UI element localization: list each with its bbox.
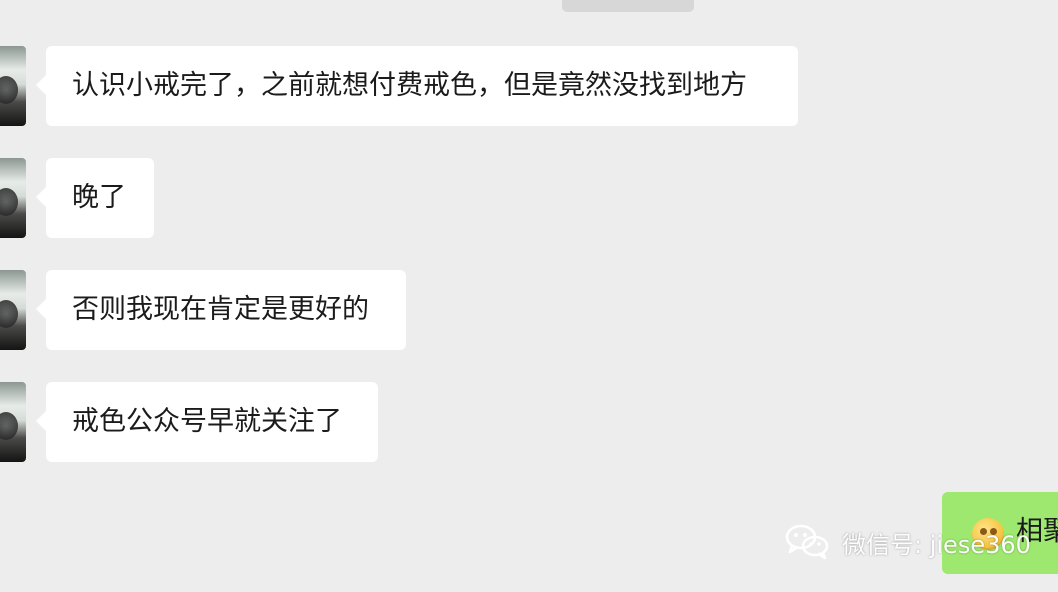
watermark-text: 微信号: jiese360 <box>842 530 1031 559</box>
message-bubble[interactable]: 晚了 <box>36 158 154 238</box>
sender-avatar[interactable] <box>0 158 26 238</box>
watermark: 微信号: jiese360 <box>784 522 1031 562</box>
sender-avatar[interactable] <box>0 46 26 126</box>
top-timestamp-chip <box>562 0 694 12</box>
wechat-logo-icon <box>784 522 830 562</box>
sender-avatar[interactable] <box>0 270 26 350</box>
message-bubble[interactable]: 否则我现在肯定是更好的 <box>36 270 406 350</box>
message-bubble[interactable]: 认识小戒完了，之前就想付费戒色，但是竟然没找到地方 <box>36 46 798 126</box>
sender-avatar[interactable] <box>0 382 26 462</box>
message-bubble[interactable]: 戒色公众号早就关注了 <box>36 382 378 462</box>
